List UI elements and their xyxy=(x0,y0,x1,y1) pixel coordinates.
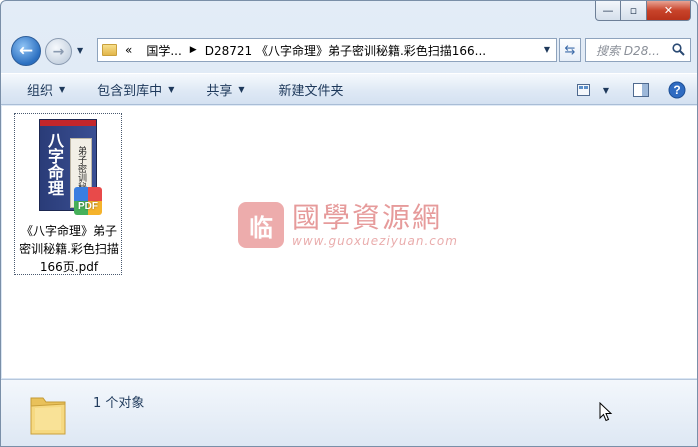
address-dropdown-icon[interactable]: ▼ xyxy=(544,45,550,54)
share-label: 共享 xyxy=(206,83,233,99)
organize-menu[interactable]: 组织 ▼ xyxy=(1,80,79,99)
chevron-down-icon: ▼ xyxy=(238,84,245,94)
folder-icon xyxy=(30,397,66,435)
refresh-icon: ⇆ xyxy=(564,42,576,58)
navigation-row: ← → ▼ « 国学... ▶ D28721 《八字命理》弟子密训秘籍.彩色扫描… xyxy=(1,34,697,66)
title-bar: — ▫ ✕ xyxy=(1,1,697,31)
close-icon: ✕ xyxy=(663,4,674,17)
breadcrumb-overflow[interactable]: « xyxy=(125,43,132,57)
forward-arrow-icon: → xyxy=(52,43,65,60)
search-placeholder: 搜索 D28... xyxy=(596,43,660,58)
file-name-label[interactable]: 《八字命理》弟子密训秘籍.彩色扫描166页.pdf xyxy=(17,222,121,276)
maximize-icon: ▫ xyxy=(629,4,638,17)
new-folder-label: 新建文件夹 xyxy=(278,83,344,99)
back-button[interactable]: ← xyxy=(11,36,41,66)
view-icon xyxy=(577,84,590,96)
address-bar[interactable]: « 国学... ▶ D28721 《八字命理》弟子密训秘籍.彩色扫描166...… xyxy=(97,38,557,62)
organize-label: 组织 xyxy=(27,83,54,99)
file-item-pdf[interactable]: 八字命理 弟子密训秘籍 PDF 《八字命理》弟子密训秘籍.彩色扫描166页.pd… xyxy=(14,113,122,275)
watermark-chinese: 國學資源網 xyxy=(292,201,443,234)
pdf-badge-label: PDF xyxy=(78,201,98,212)
help-button[interactable]: ? xyxy=(663,78,691,102)
item-count: 1 个对象 xyxy=(93,396,145,411)
maximize-button[interactable]: ▫ xyxy=(621,1,647,21)
back-arrow-icon: ← xyxy=(18,41,34,61)
watermark: 临 國學資源網 www.guoxueziyuan.com xyxy=(238,195,468,255)
include-in-library-label: 包含到库中 xyxy=(97,83,163,99)
chevron-down-icon: ▼ xyxy=(168,84,175,94)
breadcrumb-item-current[interactable]: D28721 《八字命理》弟子密训秘籍.彩色扫描166... xyxy=(205,42,486,59)
watermark-text: 國學資源網 www.guoxueziyuan.com xyxy=(292,201,458,249)
chevron-right-icon[interactable]: ▶ xyxy=(190,45,197,55)
thumbnail-title: 八字命理 xyxy=(45,132,64,196)
search-icon[interactable] xyxy=(672,43,685,56)
recent-pages-dropdown[interactable]: ▼ xyxy=(77,46,83,55)
window-controls: — ▫ ✕ xyxy=(595,1,691,21)
forward-button[interactable]: → xyxy=(45,38,72,65)
refresh-button[interactable]: ⇆ xyxy=(559,38,581,62)
breadcrumb-item-guoxue[interactable]: 国学... xyxy=(146,42,181,59)
watermark-logo-icon: 临 xyxy=(238,202,284,248)
change-view-button[interactable] xyxy=(571,78,599,102)
thumbnail-red-band xyxy=(40,120,96,126)
search-input[interactable]: 搜索 D28... xyxy=(585,38,691,62)
mouse-pointer-icon xyxy=(599,402,613,422)
view-controls: ▼ ? xyxy=(567,74,691,106)
minimize-button[interactable]: — xyxy=(595,1,621,21)
help-icon: ? xyxy=(668,81,686,99)
view-options-dropdown[interactable]: ▼ xyxy=(599,78,613,102)
command-bar: 组织 ▼ 包含到库中 ▼ 共享 ▼ 新建文件夹 ▼ ? xyxy=(1,73,697,105)
explorer-window: — ▫ ✕ ← → ▼ « 国学... ▶ D28721 《八字命理》弟子密训秘… xyxy=(0,0,698,447)
pdf-icon: PDF xyxy=(74,187,102,215)
svg-text:?: ? xyxy=(673,83,680,97)
chevron-down-icon: ▼ xyxy=(59,84,66,94)
file-list-area[interactable]: 八字命理 弟子密训秘籍 PDF 《八字命理》弟子密训秘籍.彩色扫描166页.pd… xyxy=(2,106,697,378)
folder-icon xyxy=(102,44,117,56)
preview-pane-button[interactable] xyxy=(627,78,655,102)
include-in-library-menu[interactable]: 包含到库中 ▼ xyxy=(79,80,188,99)
minimize-icon: — xyxy=(602,4,614,17)
share-menu[interactable]: 共享 ▼ xyxy=(188,80,258,99)
close-button[interactable]: ✕ xyxy=(647,1,691,21)
new-folder-button[interactable]: 新建文件夹 xyxy=(259,80,358,99)
details-pane: 1 个对象 xyxy=(1,379,697,446)
watermark-url: www.guoxueziyuan.com xyxy=(292,234,458,248)
preview-pane-icon xyxy=(633,83,649,97)
